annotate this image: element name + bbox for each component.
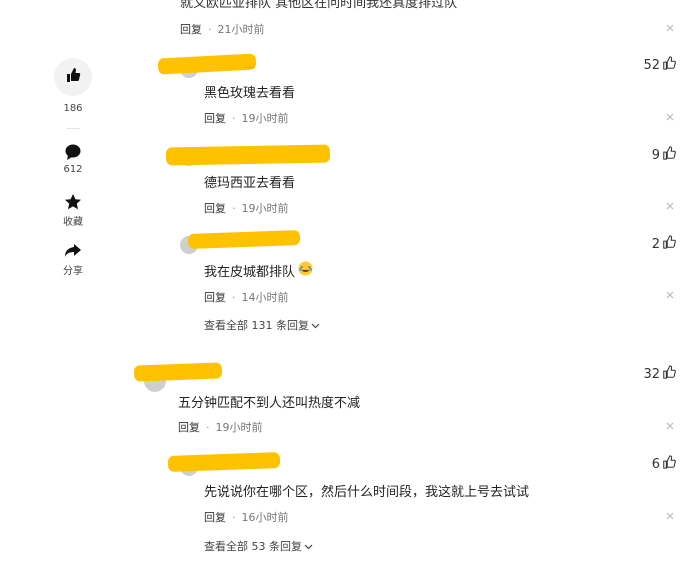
view-all-replies-label: 查看全部 131 条回复 xyxy=(204,319,309,332)
thumbs-up-outline-icon xyxy=(660,56,676,74)
like-button[interactable] xyxy=(54,58,92,96)
close-icon[interactable] xyxy=(664,22,676,34)
comment-text: 德玛西亚去看看 xyxy=(204,176,296,191)
comment-meta: 回复 · 19小时前 xyxy=(178,419,263,435)
like-count: 186 xyxy=(63,103,83,114)
view-all-replies-label: 查看全部 53 条回复 xyxy=(204,540,302,553)
thumbs-up-icon xyxy=(65,67,81,87)
thumbs-up-outline-icon xyxy=(660,235,676,253)
close-icon[interactable] xyxy=(664,289,676,301)
thumbs-up-outline-icon xyxy=(660,146,676,164)
comment-meta: 回复 · 16小时前 xyxy=(204,509,289,525)
redacted-username xyxy=(165,144,331,166)
comment-text: 就又欧匹亚排队 其他区在问时间我还真度排过队 xyxy=(180,0,458,11)
comment-meta: 回复 · 19小时前 xyxy=(204,110,289,126)
close-icon[interactable] xyxy=(664,200,676,212)
timestamp: 19小时前 xyxy=(215,421,263,434)
view-all-replies-link[interactable]: 查看全部 131 条回复 xyxy=(204,317,320,333)
username-fragment: … xyxy=(244,58,255,71)
laughing-crying-emoji-icon xyxy=(298,261,313,280)
like-button[interactable]: 6 xyxy=(652,455,676,473)
comment-meta: 回复 · 14小时前 xyxy=(204,289,289,305)
reply-button[interactable]: 回复 xyxy=(204,509,226,525)
thumbs-up-outline-icon xyxy=(660,365,676,383)
close-icon[interactable] xyxy=(664,420,676,432)
like-count: 32 xyxy=(643,366,660,382)
timestamp: 14小时前 xyxy=(241,291,289,304)
like-count: 9 xyxy=(651,147,660,163)
star-icon[interactable] xyxy=(63,192,83,212)
comment-text: 先说说你在哪个区，然后什么时间段，我这就上号去试试 xyxy=(204,485,530,500)
like-count: 52 xyxy=(643,57,660,73)
like-button[interactable]: 9 xyxy=(652,146,676,164)
favorite-label: 收藏 xyxy=(63,217,83,228)
redacted-username xyxy=(133,362,223,382)
share-icon[interactable] xyxy=(63,240,83,260)
view-all-replies-link[interactable]: 查看全部 53 条回复 xyxy=(204,538,313,554)
chevron-down-icon xyxy=(304,540,313,553)
timestamp: 21小时前 xyxy=(217,23,265,36)
comment-meta: 回复 · 21小时前 xyxy=(180,21,265,37)
share-label: 分享 xyxy=(63,266,83,277)
comment-count: 612 xyxy=(63,164,83,175)
reply-button[interactable]: 回复 xyxy=(180,21,202,37)
like-count: 6 xyxy=(651,456,660,472)
close-icon[interactable] xyxy=(664,111,676,123)
thumbs-up-outline-icon xyxy=(660,455,676,473)
divider xyxy=(66,128,80,129)
timestamp: 19小时前 xyxy=(241,202,289,215)
comment-meta: 回复 · 19小时前 xyxy=(204,200,289,216)
like-button[interactable]: 32 xyxy=(643,365,676,383)
comment-text: 黑色玫瑰去看看 xyxy=(204,86,296,101)
redacted-username xyxy=(187,230,301,249)
like-count: 2 xyxy=(651,236,660,252)
reply-button[interactable]: 回复 xyxy=(204,289,226,305)
reply-button[interactable]: 回复 xyxy=(204,110,226,126)
reply-button[interactable]: 回复 xyxy=(178,419,200,435)
reply-button[interactable]: 回复 xyxy=(204,200,226,216)
chevron-down-icon xyxy=(311,319,320,332)
like-button[interactable]: 52 xyxy=(643,56,676,74)
comment-text: 五分钟匹配不到人还叫热度不减 xyxy=(178,396,361,411)
comment-text-content: 我在皮城都排队 xyxy=(204,265,296,280)
timestamp: 16小时前 xyxy=(241,511,289,524)
redacted-username xyxy=(157,53,257,75)
like-button[interactable]: 2 xyxy=(652,235,676,253)
close-icon[interactable] xyxy=(664,510,676,522)
comment-icon[interactable] xyxy=(63,142,83,162)
comment-text: 我在皮城都排队 xyxy=(204,261,313,280)
timestamp: 19小时前 xyxy=(241,112,289,125)
redacted-username xyxy=(167,452,281,472)
